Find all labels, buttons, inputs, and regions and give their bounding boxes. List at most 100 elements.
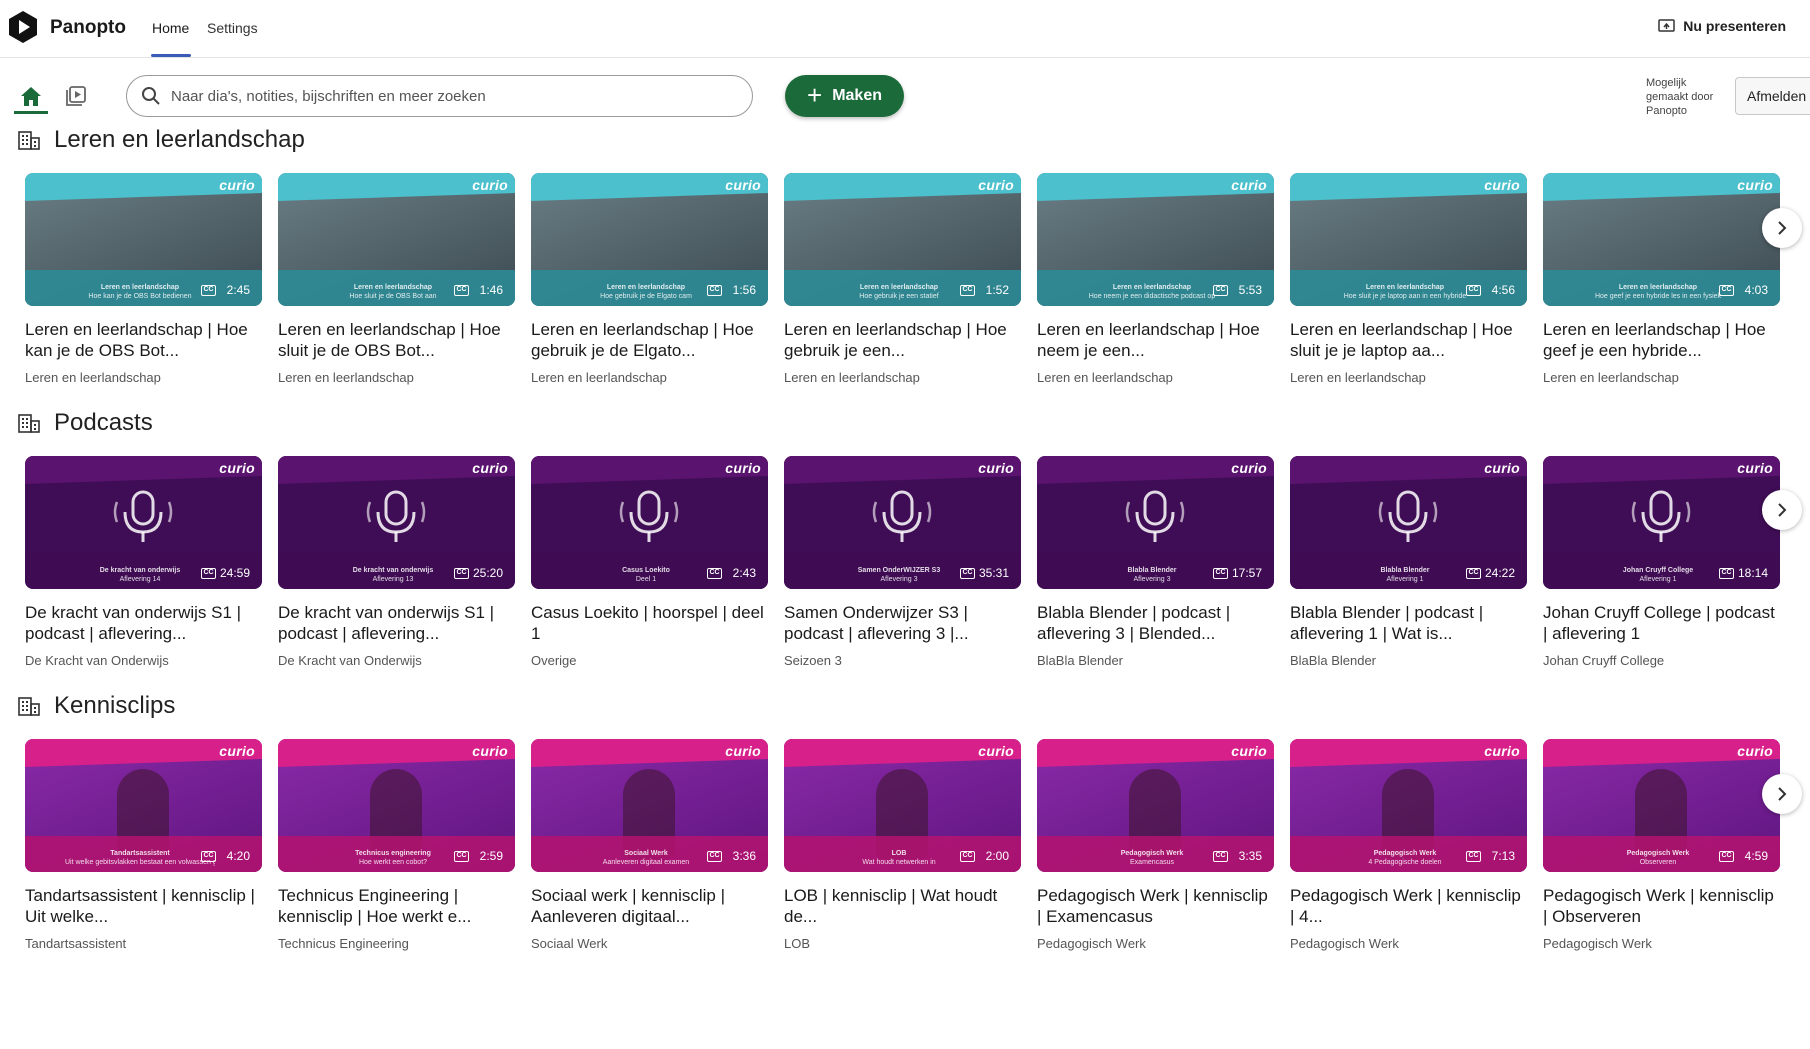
video-title[interactable]: Blabla Blender | podcast | aflevering 1 … [1290, 602, 1527, 644]
video-card[interactable]: curio Samen OnderWIJZER S3 Aflevering 3 CC 3… [784, 456, 1021, 668]
video-card[interactable]: curio Leren en leerlandschap Hoe kan je de… [25, 173, 262, 385]
video-thumbnail[interactable]: curio Blabla Blender Aflevering 3 CC 17:57 [1037, 456, 1274, 589]
video-thumbnail[interactable]: curio Casus Loekito Deel 1 CC 2:43 [531, 456, 768, 589]
video-title[interactable]: Johan Cruyff College | podcast | aflever… [1543, 602, 1780, 644]
video-title[interactable]: Samen Onderwijzer S3 | podcast | aflever… [784, 602, 1021, 644]
video-title[interactable]: Leren en leerlandschap | Hoe gebruik je … [531, 319, 768, 361]
video-folder[interactable]: LOB [784, 936, 1021, 951]
video-card[interactable]: curio LOB Wat houdt netwerken in CC 2:00 LOB … [784, 739, 1021, 951]
video-thumbnail[interactable]: curio Technicus engineering Hoe werkt een … [278, 739, 515, 872]
video-folder[interactable]: De Kracht van Onderwijs [25, 653, 262, 668]
video-title[interactable]: Tandartsassistent | kennisclip | Uit wel… [25, 885, 262, 927]
video-folder[interactable]: Seizoen 3 [784, 653, 1021, 668]
video-title[interactable]: LOB | kennisclip | Wat houdt de... [784, 885, 1021, 927]
present-button[interactable]: Nu presenteren [1658, 18, 1786, 34]
video-title[interactable]: De kracht van onderwijs S1 | podcast | a… [25, 602, 262, 644]
video-folder[interactable]: Leren en leerlandschap [25, 370, 262, 385]
video-folder[interactable]: Overige [531, 653, 768, 668]
home-icon[interactable] [18, 84, 44, 110]
video-folder[interactable]: Pedagogisch Werk [1037, 936, 1274, 951]
video-thumbnail[interactable]: curio Leren en leerlandschap Hoe gebruik j… [531, 173, 768, 306]
video-folder[interactable]: Sociaal Werk [531, 936, 768, 951]
video-title[interactable]: Pedagogisch Werk | kennisclip | Observer… [1543, 885, 1780, 927]
plus-icon: + [807, 80, 823, 110]
video-title[interactable]: Casus Loekito | hoorspel | deel 1 [531, 602, 768, 644]
video-card[interactable]: curio Pedagogisch Werk Examencasus CC 3:35 Pe… [1037, 739, 1274, 951]
video-card[interactable]: curio Sociaal Werk Aanleveren digitaal exa… [531, 739, 768, 951]
video-folder[interactable]: BlaBla Blender [1037, 653, 1274, 668]
video-card[interactable]: curio Technicus engineering Hoe werkt een … [278, 739, 515, 951]
video-thumbnail[interactable]: curio Leren en leerlandschap Hoe neem je e… [1037, 173, 1274, 306]
video-card[interactable]: curio Leren en leerlandschap Hoe gebruik j… [784, 173, 1021, 385]
video-title[interactable]: Pedagogisch Werk | kennisclip | Examenca… [1037, 885, 1274, 927]
video-title[interactable]: Blabla Blender | podcast | aflevering 3 … [1037, 602, 1274, 644]
video-folder[interactable]: Technicus Engineering [278, 936, 515, 951]
video-card[interactable]: curio Blabla Blender Aflevering 1 CC 24:22 Bl… [1290, 456, 1527, 668]
video-thumbnail[interactable]: curio Sociaal Werk Aanleveren digitaal exa… [531, 739, 768, 872]
next-page-button[interactable] [1762, 490, 1802, 530]
video-title[interactable]: Leren en leerlandschap | Hoe neem je een… [1037, 319, 1274, 361]
video-title[interactable]: Leren en leerlandschap | Hoe sluit je je… [1290, 319, 1527, 361]
thumbnail-caption-line2: Hoe werkt een cobot? [358, 859, 428, 866]
video-folder[interactable]: Leren en leerlandschap [1290, 370, 1527, 385]
video-folder[interactable]: Johan Cruyff College [1543, 653, 1780, 668]
video-folder[interactable]: BlaBla Blender [1290, 653, 1527, 668]
video-title[interactable]: Technicus Engineering | kennisclip | Hoe… [278, 885, 515, 927]
video-folder[interactable]: Tandartsassistent [25, 936, 262, 951]
closed-captions-icon: CC [1213, 851, 1228, 862]
video-folder[interactable]: Leren en leerlandschap [784, 370, 1021, 385]
video-folder[interactable]: Pedagogisch Werk [1290, 936, 1527, 951]
video-title[interactable]: Pedagogisch Werk | kennisclip | 4... [1290, 885, 1527, 927]
video-folder[interactable]: Leren en leerlandschap [531, 370, 768, 385]
video-card[interactable]: curio Leren en leerlandschap Hoe geef je e… [1543, 173, 1780, 385]
search-box[interactable] [126, 75, 753, 117]
video-title[interactable]: Leren en leerlandschap | Hoe sluit je de… [278, 319, 515, 361]
video-thumbnail[interactable]: curio Samen OnderWIJZER S3 Aflevering 3 CC 3… [784, 456, 1021, 589]
video-thumbnail[interactable]: curio Pedagogisch Werk 4 Pedagogische doel… [1290, 739, 1527, 872]
video-card[interactable]: curio Casus Loekito Deel 1 CC 2:43 Casus Loek… [531, 456, 768, 668]
video-title[interactable]: Leren en leerlandschap | Hoe kan je de O… [25, 319, 262, 361]
video-thumbnail[interactable]: curio Tandartsassistent Uit welke gebitsvl… [25, 739, 262, 872]
video-card[interactable]: curio Tandartsassistent Uit welke gebitsvl… [25, 739, 262, 951]
video-thumbnail[interactable]: curio Johan Cruyff College Aflevering 1 CC 1… [1543, 456, 1780, 589]
video-title[interactable]: Leren en leerlandschap | Hoe geef je een… [1543, 319, 1780, 361]
video-card[interactable]: curio Leren en leerlandschap Hoe sluit je … [278, 173, 515, 385]
video-card[interactable]: curio Pedagogisch Werk 4 Pedagogische doel… [1290, 739, 1527, 951]
video-thumbnail[interactable]: curio Leren en leerlandschap Hoe sluit je … [278, 173, 515, 306]
video-thumbnail[interactable]: curio Blabla Blender Aflevering 1 CC 24:22 [1290, 456, 1527, 589]
video-card[interactable]: curio Johan Cruyff College Aflevering 1 CC 1… [1543, 456, 1780, 668]
video-thumbnail[interactable]: curio De kracht van onderwijs Aflevering 1… [25, 456, 262, 589]
video-thumbnail[interactable]: curio Pedagogisch Werk Observeren CC 4:59 [1543, 739, 1780, 872]
video-thumbnail[interactable]: curio Leren en leerlandschap Hoe kan je de… [25, 173, 262, 306]
video-card[interactable]: curio De kracht van onderwijs Aflevering 1… [25, 456, 262, 668]
video-thumbnail[interactable]: curio Pedagogisch Werk Examencasus CC 3:35 [1037, 739, 1274, 872]
next-page-button[interactable] [1762, 774, 1802, 814]
video-title[interactable]: Sociaal werk | kennisclip | Aanleveren d… [531, 885, 768, 927]
video-thumbnail[interactable]: curio Leren en leerlandschap Hoe sluit je … [1290, 173, 1527, 306]
video-card[interactable]: curio Blabla Blender Aflevering 3 CC 17:57 Bl… [1037, 456, 1274, 668]
video-title[interactable]: Leren en leerlandschap | Hoe gebruik je … [784, 319, 1021, 361]
video-card[interactable]: curio Leren en leerlandschap Hoe gebruik j… [531, 173, 768, 385]
library-icon[interactable] [64, 84, 88, 108]
tab-settings[interactable]: Settings [207, 20, 258, 36]
make-button[interactable]: + Maken [785, 75, 904, 117]
panopto-logo-icon[interactable] [8, 10, 38, 44]
video-thumbnail[interactable]: curio Leren en leerlandschap Hoe geef je e… [1543, 173, 1780, 306]
video-card[interactable]: curio Leren en leerlandschap Hoe sluit je … [1290, 173, 1527, 385]
video-thumbnail[interactable]: curio Leren en leerlandschap Hoe gebruik j… [784, 173, 1021, 306]
video-folder[interactable]: Leren en leerlandschap [1037, 370, 1274, 385]
video-card[interactable]: curio De kracht van onderwijs Aflevering 1… [278, 456, 515, 668]
search-input[interactable] [171, 87, 731, 105]
video-title[interactable]: De kracht van onderwijs S1 | podcast | a… [278, 602, 515, 644]
video-thumbnail[interactable]: curio De kracht van onderwijs Aflevering 1… [278, 456, 515, 589]
video-folder[interactable]: Pedagogisch Werk [1543, 936, 1780, 951]
video-folder[interactable]: Leren en leerlandschap [278, 370, 515, 385]
video-folder[interactable]: Leren en leerlandschap [1543, 370, 1780, 385]
next-page-button[interactable] [1762, 208, 1802, 248]
logout-button[interactable]: Afmelden [1735, 77, 1810, 115]
video-folder[interactable]: De Kracht van Onderwijs [278, 653, 515, 668]
tab-home[interactable]: Home [152, 20, 189, 36]
video-card[interactable]: curio Pedagogisch Werk Observeren CC 4:59 Ped… [1543, 739, 1780, 951]
video-card[interactable]: curio Leren en leerlandschap Hoe neem je e… [1037, 173, 1274, 385]
video-thumbnail[interactable]: curio LOB Wat houdt netwerken in CC 2:00 [784, 739, 1021, 872]
